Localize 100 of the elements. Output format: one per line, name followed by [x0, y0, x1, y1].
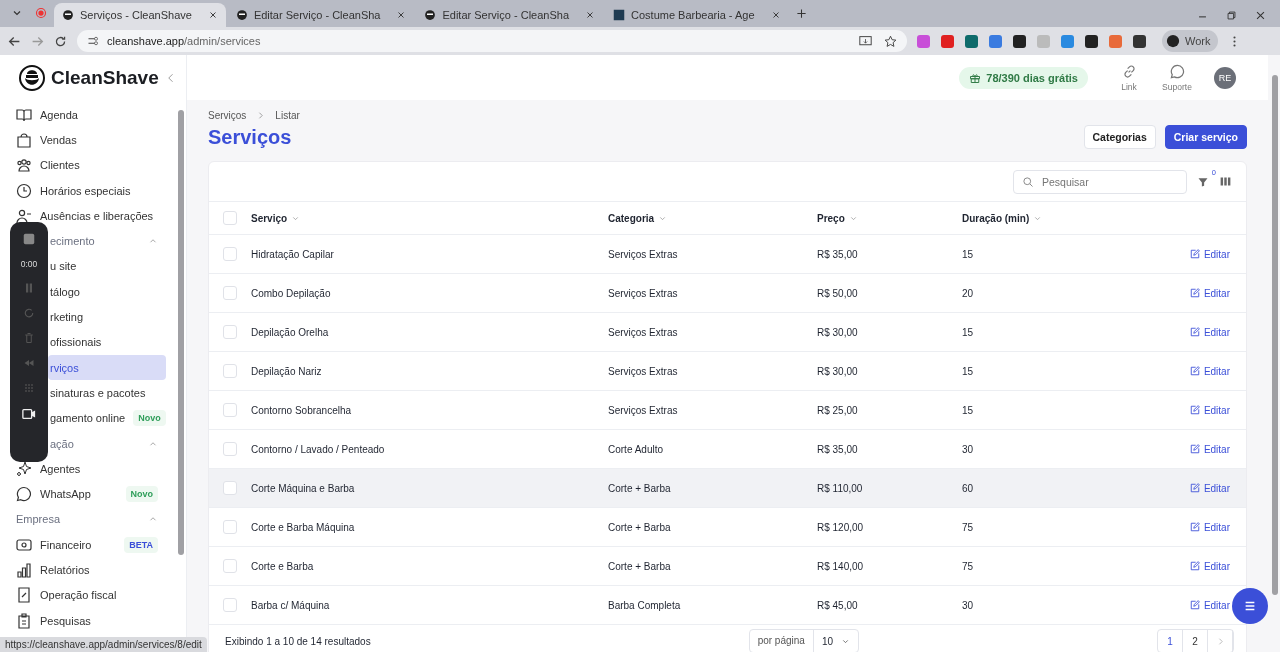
chat-icon [1169, 63, 1185, 79]
edit-link[interactable]: Editar [1189, 560, 1230, 572]
sidebar-item[interactable]: Vendas [0, 127, 166, 153]
scrollbar[interactable] [1272, 75, 1278, 595]
page-button[interactable]: 1 [1158, 630, 1183, 652]
table-cell-text: Serviços Extras [608, 404, 679, 416]
table-cell-text: Serviços Extras [608, 326, 679, 338]
grid-icon [23, 382, 35, 394]
edit-link[interactable]: Editar [1189, 599, 1230, 611]
sidebar-item[interactable]: rketing [48, 304, 166, 330]
sidebar-item[interactable]: Pesquisas [0, 607, 166, 634]
sidebar-item[interactable]: Clientes [0, 152, 166, 178]
edit-icon [1189, 444, 1200, 454]
edit-link[interactable]: Editar [1189, 404, 1230, 416]
edit-link[interactable]: Editar [1189, 365, 1230, 377]
support-button[interactable]: Suporte [1160, 63, 1194, 92]
edit-icon [1189, 600, 1200, 610]
profile-button[interactable]: Work [1162, 30, 1219, 52]
sidebar-item[interactable]: Ausências e liberações [0, 203, 166, 229]
edit-link[interactable]: Editar [1189, 287, 1230, 299]
checkbox[interactable] [223, 211, 237, 225]
book-icon [16, 106, 32, 123]
table-cell-text: Contorno Sobrancelha [251, 404, 353, 416]
extension-icon[interactable] [1085, 34, 1098, 48]
table-cell-text: 15 [962, 365, 975, 377]
table-cell-text: Corte e Barba Máquina [251, 521, 356, 533]
star-icon [884, 34, 897, 48]
categories-button[interactable]: Categorias [1083, 125, 1156, 149]
checkbox[interactable] [223, 286, 237, 300]
browser-tab[interactable]: Editar Serviço - CleanSha [416, 3, 603, 27]
address-bar[interactable]: cleanshave.app/admin/services [77, 30, 907, 52]
sidebar-item[interactable]: Agentes [0, 456, 166, 482]
edit-icon [1189, 483, 1200, 493]
edit-link[interactable]: Editar [1189, 248, 1230, 260]
edit-link[interactable]: Editar [1189, 443, 1230, 455]
sidebar-item[interactable]: Agenda [0, 102, 166, 128]
extension-icon[interactable] [1013, 34, 1026, 48]
extension-icon[interactable] [1133, 34, 1146, 48]
table-cell-text: 20 [962, 287, 975, 299]
sidebar-item[interactable]: WhatsApp Novo [0, 481, 166, 507]
checkbox[interactable] [223, 325, 237, 339]
brand-name: CleanShave [51, 66, 159, 89]
bag-icon [16, 131, 32, 148]
column-header[interactable]: Categoria [608, 212, 817, 224]
menu-button[interactable] [1232, 588, 1268, 624]
chevron-right-icon [256, 111, 266, 120]
table-cell-text: Hidratação Capilar [251, 248, 335, 260]
column-header[interactable]: Serviço [251, 212, 608, 224]
browser-tab[interactable]: Costume Barbearia - Age [605, 3, 789, 27]
edit-icon [1189, 249, 1200, 259]
link-button[interactable]: Link [1112, 63, 1146, 92]
checkbox[interactable] [223, 520, 237, 534]
sidebar-item[interactable]: Financeiro BETA [0, 532, 166, 558]
browser-tab[interactable]: Serviços - CleanShave [54, 3, 226, 27]
table-cell-text: R$ 45,00 [817, 599, 859, 611]
edit-link[interactable]: Editar [1189, 326, 1230, 338]
checkbox[interactable] [223, 403, 237, 417]
sidebar-item[interactable]: ofissionais [48, 329, 166, 355]
edit-link[interactable]: Editar [1189, 482, 1230, 494]
page-button[interactable]: 2 [1183, 630, 1208, 652]
checkbox[interactable] [223, 559, 237, 573]
per-page-select[interactable]: por página 10 [748, 629, 860, 652]
sparkle-icon [16, 460, 32, 477]
sidebar-item[interactable]: Horários especiais [0, 177, 166, 204]
badge: Novo [125, 486, 158, 503]
checkbox[interactable] [223, 598, 237, 612]
trial-badge[interactable]: 78/390 dias grátis [959, 66, 1088, 89]
table-cell-text: 15 [962, 326, 975, 338]
filter-icon [1197, 175, 1209, 188]
sidebar-section[interactable]: ação [48, 430, 166, 457]
sidebar-item[interactable]: u site [48, 253, 166, 280]
column-header[interactable]: Duração (min) [962, 212, 1230, 224]
sidebar-item[interactable]: tálogo [48, 279, 166, 305]
sidebar-item[interactable]: sinaturas e pacotes [48, 380, 166, 406]
sidebar-section[interactable]: ecimento [48, 228, 166, 254]
edit-icon [1189, 561, 1200, 571]
checkbox[interactable] [223, 481, 237, 495]
column-header[interactable]: Preço [817, 212, 962, 224]
breadcrumb-link[interactable]: Serviços [208, 110, 247, 121]
sidebar-item[interactable]: rviços [48, 354, 166, 381]
create-button[interactable]: Criar serviço [1164, 125, 1247, 149]
checkbox[interactable] [223, 364, 237, 378]
bar-chart-icon [16, 562, 32, 578]
user-avatar[interactable]: RE [1214, 66, 1236, 89]
sidebar-item[interactable]: gamento online Novo [48, 405, 166, 431]
sidebar-section[interactable]: Empresa [0, 506, 166, 533]
browser-tab[interactable]: Editar Serviço - CleanSha [227, 3, 415, 27]
close-icon [207, 10, 218, 20]
checkbox[interactable] [223, 442, 237, 456]
table-cell-text: 30 [962, 443, 975, 455]
sidebar-item[interactable]: Operação fiscal [0, 582, 166, 608]
forward-icon [31, 34, 44, 48]
table-cell-text: 75 [962, 521, 975, 533]
edit-link[interactable]: Editar [1189, 521, 1230, 533]
checkbox[interactable] [223, 247, 237, 261]
search-input[interactable]: Pesquisar [1040, 174, 1174, 189]
search-field[interactable]: Pesquisar [1013, 169, 1187, 194]
sidebar-item[interactable]: Relatórios [0, 557, 166, 583]
scrollbar[interactable] [178, 110, 184, 555]
table-cell-text: Barba c/ Máquina [251, 599, 331, 611]
